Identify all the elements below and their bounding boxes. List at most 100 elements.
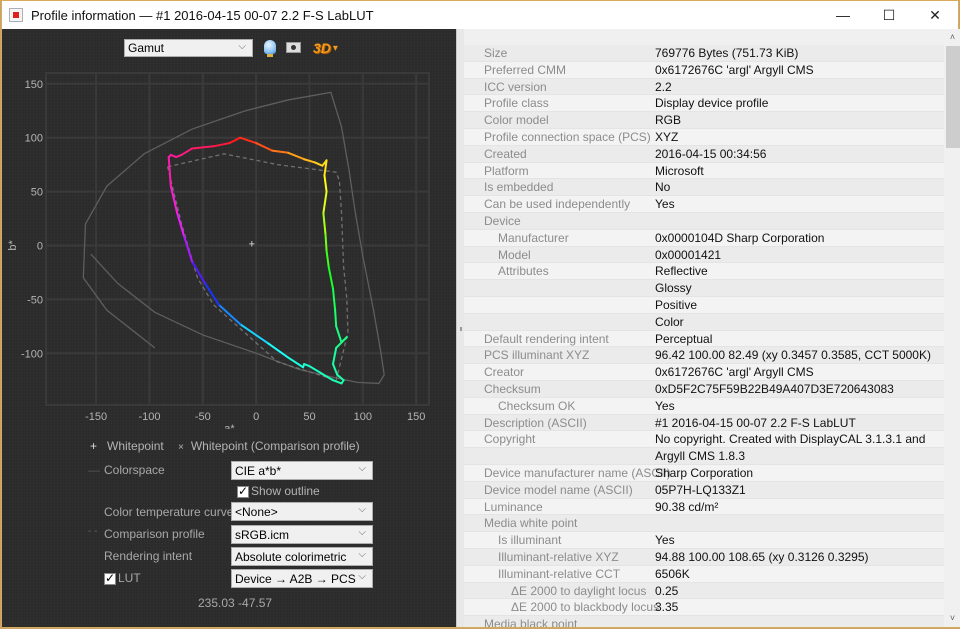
- gamut-segment: [176, 212, 185, 236]
- info-value: 0x0000104D Sharp Corporation: [655, 230, 825, 245]
- x-tick-label: -100: [138, 411, 160, 423]
- checkbox-checked-icon[interactable]: [104, 571, 116, 585]
- scroll-down-arrow-icon[interactable]: ˅: [944, 610, 960, 627]
- gamut-chart[interactable]: -150 -100 -50 0 50 100 150 150 100 50 0 -50 -100 a* b*…: [2, 29, 456, 429]
- info-value: 2.2: [655, 79, 672, 94]
- chevron-down-icon: ⌵: [358, 463, 366, 474]
- scroll-thumb[interactable]: [946, 46, 960, 148]
- gamut-segment: [325, 249, 330, 269]
- info-key: Profile class: [484, 96, 549, 111]
- info-key: ΔE 2000 to blackbody locus: [511, 600, 660, 615]
- plot-frame: [45, 72, 430, 406]
- colorspace-select-value: CIE a*b*: [235, 463, 282, 478]
- info-row: Argyll CMS 1.8.3: [464, 448, 944, 465]
- info-key: [464, 297, 655, 313]
- info-row: ΔE 2000 to daylight locus 0.25: [464, 582, 944, 600]
- comparison-profile-select[interactable]: sRGB.icm ⌵: [231, 525, 373, 544]
- lut-label: LUT: [118, 571, 141, 585]
- profile-info-list: Size 769776 Bytes (751.73 KiB) Preferred C…: [464, 29, 944, 627]
- info-row: Profile class Display device profile: [464, 95, 944, 113]
- x-axis-label: a*: [224, 423, 235, 429]
- info-value: Perceptual: [655, 331, 713, 346]
- info-key: Attributes: [498, 264, 549, 279]
- info-key: Default rendering intent: [484, 331, 609, 346]
- colorspace-select[interactable]: CIE a*b* ⌵: [231, 461, 373, 480]
- gamut-segment: [324, 233, 328, 252]
- panel-splitter[interactable]: [456, 29, 464, 627]
- info-row: Platform Microsoft: [464, 162, 944, 180]
- show-outline-checkbox[interactable]: Show outline: [237, 484, 320, 498]
- lut-checkbox[interactable]: LUT: [104, 571, 141, 585]
- info-row: Device manufacturer name (ASCII) Sharp Co…: [464, 464, 944, 482]
- info-row: Checksum 0xD5F2C75F59B22B49A407D3E7206430…: [464, 380, 944, 398]
- gamut-segment: [271, 149, 290, 154]
- plot-panel: Gamut ⌵ 3D ▾ -150 -100 -50 0 50 100 150 150 100 5…: [2, 29, 456, 627]
- scroll-up-arrow-icon[interactable]: ˄: [944, 29, 960, 46]
- gamut-segment: [334, 309, 338, 328]
- spectral-locus-outline: [82, 91, 385, 385]
- x-tick-label: 150: [407, 411, 425, 423]
- color-temperature-select-value: <None>: [235, 504, 278, 519]
- gamut-segment: [331, 379, 343, 385]
- info-value: 2016-04-15 00:34:56: [655, 146, 767, 161]
- info-key: Manufacturer: [498, 230, 569, 245]
- vertical-scrollbar[interactable]: ˄ ˅: [944, 29, 960, 627]
- gamut-segment: [322, 212, 327, 236]
- info-row: Media white point: [464, 515, 944, 533]
- info-row: Glossy: [464, 280, 944, 297]
- gamut-segment: [287, 151, 306, 161]
- lut-select-value: Device → A2B → PCS: [235, 571, 356, 586]
- info-value: Display device profile: [655, 96, 769, 111]
- info-key: ICC version: [484, 79, 547, 94]
- lut-select[interactable]: Device → A2B → PCS ⌵: [231, 569, 373, 588]
- comparison-whitepoint-marker-icon: ×: [178, 442, 184, 453]
- info-row: Is illuminant Yes: [464, 532, 944, 549]
- y-tick-label: 50: [31, 187, 43, 199]
- x-tick-label: 0: [253, 411, 259, 423]
- whitepoint-marker-icon: +: [90, 439, 98, 453]
- info-row: Luminance 90.38 cd/m²: [464, 498, 944, 516]
- maximize-button[interactable]: ☐: [866, 1, 912, 29]
- info-key: Checksum: [484, 381, 541, 396]
- info-key: ΔE 2000 to daylight locus: [511, 583, 647, 598]
- info-value: Microsoft: [655, 163, 704, 178]
- info-row: Profile connection space (PCS) XYZ: [464, 128, 944, 146]
- rendering-intent-select[interactable]: Absolute colorimetric ⌵: [231, 547, 373, 566]
- info-value: No: [655, 180, 671, 195]
- info-row: Checksum OK Yes: [464, 397, 944, 415]
- info-key: Is illuminant: [498, 533, 562, 548]
- checkbox-checked-icon[interactable]: [237, 484, 249, 498]
- chevron-down-icon: ⌵: [358, 504, 366, 515]
- legend-comparison-whitepoint-label: Whitepoint (Comparison profile): [190, 439, 360, 453]
- info-key: [464, 448, 655, 464]
- window-controls: — ☐ ✕: [820, 1, 958, 29]
- info-value: Color: [655, 314, 684, 329]
- info-key: Profile connection space (PCS): [484, 129, 651, 144]
- y-axis-label: b*: [7, 240, 19, 251]
- color-temperature-select[interactable]: <None> ⌵: [231, 502, 373, 521]
- minimize-button[interactable]: —: [820, 1, 866, 29]
- profile-information-window: Profile information — #1 2016-04-15 00-0…: [1, 0, 960, 628]
- info-value: Yes: [655, 398, 675, 413]
- comparison-dash-marker-icon: - -: [88, 526, 98, 537]
- info-row: Attributes Reflective: [464, 263, 944, 281]
- info-key: Device model name (ASCII): [484, 482, 633, 497]
- rendering-intent-label: Rendering intent: [104, 549, 193, 563]
- info-key: Device: [484, 213, 521, 228]
- info-row: Illuminant-relative XYZ 94.88 100.00 108.…: [464, 548, 944, 566]
- splitter-grip-icon[interactable]: [460, 327, 462, 331]
- info-value: 0x6172676C 'argl' Argyll CMS: [655, 62, 814, 77]
- info-value: 05P7H-LQ133Z1: [655, 482, 746, 497]
- close-button[interactable]: ✕: [912, 1, 958, 29]
- gamut-segment: [167, 156, 172, 188]
- info-row: ICC version 2.2: [464, 78, 944, 96]
- legend-comparison-whitepoint: × Whitepoint (Comparison profile): [178, 439, 360, 453]
- info-key: Copyright: [484, 432, 536, 447]
- info-value: 6506K: [655, 566, 690, 581]
- info-key: Model: [498, 247, 531, 262]
- info-value: 0.25: [655, 583, 679, 598]
- info-value: Positive: [655, 297, 698, 312]
- info-row: Positive: [464, 296, 944, 314]
- gamut-segment: [322, 190, 328, 215]
- x-tick-label: 100: [354, 411, 372, 423]
